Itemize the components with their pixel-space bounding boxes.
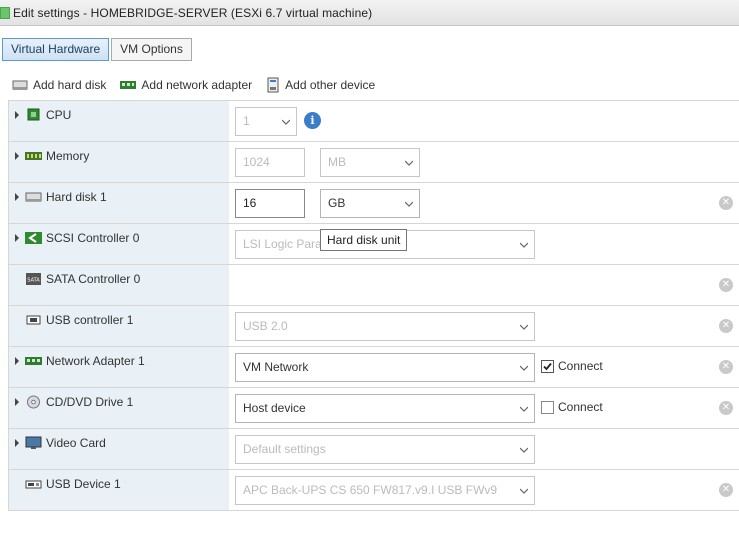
cpu-icon <box>27 108 40 121</box>
add-other-device-label: Add other device <box>285 78 376 92</box>
memory-size-input[interactable]: 1024 <box>235 148 305 177</box>
device-label: CD/DVD Drive 1 <box>46 395 134 409</box>
device-label: Network Adapter 1 <box>46 354 145 368</box>
chevron-down-icon <box>520 365 528 371</box>
device-row-usb-controller: USB controller 1 USB 2.0 ✕ <box>8 306 739 347</box>
hard-disk-icon <box>12 80 28 90</box>
chevron-down-icon <box>282 119 290 125</box>
network-card-icon <box>120 81 137 89</box>
usb-device-icon <box>25 480 42 489</box>
cd-dvd-icon <box>27 395 40 409</box>
usb-version-select[interactable]: USB 2.0 <box>235 312 535 341</box>
expand-caret-icon[interactable] <box>15 398 19 406</box>
scsi-controller-icon <box>25 232 42 244</box>
expand-caret-icon[interactable] <box>15 152 19 160</box>
device-label: USB Device 1 <box>46 477 121 491</box>
device-row-memory: Memory 1024 MB <box>8 142 739 183</box>
add-hard-disk-label: Add hard disk <box>33 78 107 92</box>
info-icon[interactable]: i <box>304 112 321 129</box>
expand-caret-icon[interactable] <box>15 357 19 365</box>
chevron-down-icon <box>405 160 413 166</box>
network-select[interactable]: VM Network <box>235 353 535 382</box>
expand-caret-icon[interactable] <box>15 439 19 447</box>
svg-text:SATA: SATA <box>27 278 40 284</box>
chevron-down-icon <box>520 406 528 412</box>
remove-device-icon[interactable]: ✕ <box>719 483 733 497</box>
device-toolbar: Add hard disk Add network adapter Add ot… <box>12 77 389 93</box>
remove-device-icon[interactable]: ✕ <box>719 401 733 415</box>
video-settings-select[interactable]: Default settings <box>235 435 535 464</box>
device-row-network-adapter: Network Adapter 1 VM Network Connect ✕ <box>8 347 739 388</box>
checkmark-icon <box>543 362 552 371</box>
tab-virtual-hardware[interactable]: Virtual Hardware <box>2 38 110 61</box>
remove-device-icon[interactable]: ✕ <box>719 278 733 292</box>
tab-bar: Virtual Hardware VM Options <box>2 38 192 61</box>
tooltip: Hard disk unit <box>320 229 408 251</box>
network-connect-checkbox[interactable] <box>541 360 554 373</box>
dialog-title: Edit settings - HOMEBRIDGE-SERVER (ESXi … <box>13 5 373 20</box>
cd-dvd-select[interactable]: Host device <box>235 394 535 423</box>
device-row-sata: SATA SATA Controller 0 ✕ <box>8 265 739 306</box>
device-label: SCSI Controller 0 <box>46 231 140 245</box>
usb-device-select[interactable]: APC Back-UPS CS 650 FW817.v9.I USB FWv9 <box>235 476 535 505</box>
add-other-device-button[interactable]: Add other device <box>266 77 375 93</box>
device-label: Memory <box>46 149 90 163</box>
network-card-icon <box>25 357 42 365</box>
add-network-adapter-button[interactable]: Add network adapter <box>120 78 252 92</box>
device-row-cpu: CPU 1 i <box>8 101 739 142</box>
chevron-down-icon <box>520 324 528 330</box>
tab-vm-options[interactable]: VM Options <box>111 38 192 61</box>
memory-unit-select[interactable]: MB <box>320 148 420 177</box>
device-label: USB controller 1 <box>46 313 134 327</box>
device-row-hard-disk: Hard disk 1 16 GB ✕ <box>8 183 739 224</box>
chevron-down-icon <box>520 447 528 453</box>
title-bar: Edit settings - HOMEBRIDGE-SERVER (ESXi … <box>0 0 739 26</box>
expand-caret-icon[interactable] <box>15 111 19 119</box>
device-row-video-card: Video Card Default settings <box>8 429 739 470</box>
cpu-count-select[interactable]: 1 <box>235 107 297 136</box>
device-label: Hard disk 1 <box>46 190 107 204</box>
expand-caret-icon[interactable] <box>15 234 19 242</box>
memory-icon <box>25 152 42 160</box>
hardware-list: CPU 1 i Memory 1024 MB Hard disk 1 16 GB… <box>8 100 739 511</box>
expand-caret-icon[interactable] <box>15 193 19 201</box>
sata-controller-icon: SATA <box>26 273 41 285</box>
edit-pencil-icon <box>0 6 10 19</box>
remove-device-icon[interactable]: ✕ <box>719 196 733 210</box>
device-icon <box>267 77 279 93</box>
device-label: SATA Controller 0 <box>46 272 141 286</box>
hard-disk-icon <box>25 192 42 202</box>
hard-disk-size-input[interactable]: 16 <box>235 189 305 218</box>
device-label: Video Card <box>46 436 106 450</box>
device-row-usb-device: USB Device 1 APC Back-UPS CS 650 FW817.v… <box>8 470 739 511</box>
remove-device-icon[interactable]: ✕ <box>719 360 733 374</box>
network-connect-label[interactable]: Connect <box>558 359 603 373</box>
add-hard-disk-button[interactable]: Add hard disk <box>12 78 106 92</box>
device-label: CPU <box>46 108 72 122</box>
cd-dvd-connect-label[interactable]: Connect <box>558 400 603 414</box>
add-network-adapter-label: Add network adapter <box>141 78 253 92</box>
hard-disk-unit-select[interactable]: GB <box>320 189 420 218</box>
device-row-cd-dvd: CD/DVD Drive 1 Host device Connect ✕ <box>8 388 739 429</box>
remove-device-icon[interactable]: ✕ <box>719 319 733 333</box>
chevron-down-icon <box>520 488 528 494</box>
chevron-down-icon <box>520 242 528 248</box>
monitor-icon <box>25 436 42 449</box>
cd-dvd-connect-checkbox[interactable] <box>541 401 554 414</box>
chevron-down-icon <box>405 201 413 207</box>
usb-icon <box>26 315 41 325</box>
